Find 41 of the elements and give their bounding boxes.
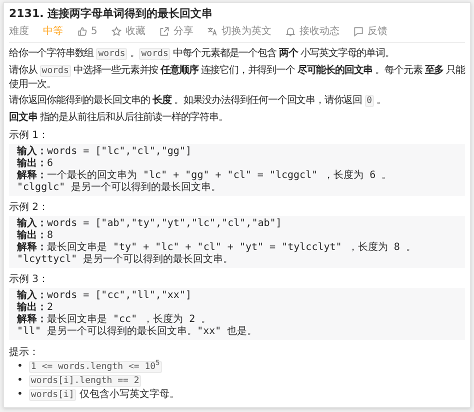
difficulty-tag: 中等 <box>43 24 63 38</box>
difficulty-label: 难度 <box>9 24 29 38</box>
description-paragraph: 请你返回你能得到的最长回文串的 长度 。如果没办法得到任何一个回文串，请你返回 0 。 <box>9 94 387 108</box>
description-paragraph: 回文串 指的是从前往后和从后往前读一样的字符串。 <box>9 111 229 124</box>
example-line: "clgglc" 是另一个可以得到的最长回文串。 <box>17 182 222 194</box>
example-line: 输出：6 <box>17 158 54 170</box>
problem-title: 2131. 连接两字母单词得到的最长回文串 <box>9 6 214 21</box>
example-line: "lcyttycl" 是另一个可以得到的最长回文串。 <box>17 254 234 266</box>
example-line: 解释：一个最长的回文串为 "lc" + "gg" + "cl" = "lcggcl" ，长度为 6 。 <box>17 170 393 182</box>
example-line: 输入：words = ["cc","ll","xx"] <box>17 290 192 302</box>
bullet-mark: • <box>17 388 23 402</box>
example-line: "ll" 是另一个可以得到的最长回文串。"xx" 也是。 <box>17 326 258 338</box>
hint-item: words[i].length == 2 <box>28 374 142 388</box>
hints-heading: 提示： <box>9 346 40 359</box>
example-heading: 示例 2： <box>9 201 50 214</box>
comment-icon <box>353 26 364 36</box>
description-paragraph: 请你从 words 中选择一些元素并按 任意顺序 连接它们，并得到一个 尽可能长的回文串 。每个元素 至多 只能使用一次。 <box>9 64 465 91</box>
translate-icon <box>207 26 218 36</box>
description-paragraph: 给你一个字符串数组 words 。 words 中每个元素都是一个包含 两个 小写英文字母的单词。 <box>9 47 396 61</box>
share-icon <box>159 26 170 36</box>
like-button[interactable]: 5 <box>77 26 98 36</box>
translate-button[interactable]: 切换为英文 <box>207 24 272 38</box>
example-line: 解释：最长回文串是 "cc" ，长度为 2 。 <box>17 314 212 326</box>
star-icon <box>111 26 122 36</box>
example-line: 解释：最长回文串是 "ty" + "lc" + "cl" + "yt" = "tylcclyt" ，长度为 8 。 <box>17 242 417 254</box>
example-line: 输出：2 <box>17 302 54 314</box>
feedback-button[interactable]: 反馈 <box>353 24 388 38</box>
example-heading: 示例 3： <box>9 273 50 286</box>
thumbs-up-icon <box>77 26 88 36</box>
bell-button[interactable]: 接收动态 <box>285 24 340 38</box>
star-button[interactable]: 收藏 <box>111 24 146 38</box>
bell-icon <box>285 26 296 36</box>
share-button[interactable]: 分享 <box>159 24 194 38</box>
example-line: 输入：words = ["lc","cl","gg"] <box>17 146 192 158</box>
hint-item: 1 <= words.length <= 10$^{5}$ <box>28 360 162 374</box>
bullet-mark: • <box>17 374 23 388</box>
bullet-mark: • <box>17 360 23 374</box>
hint-item: words[i] 仅包含小写英文字母。 <box>28 388 180 402</box>
example-line: 输出：8 <box>17 230 54 242</box>
example-heading: 示例 1： <box>9 129 50 142</box>
example-line: 输入：words = ["ab","ty","yt","lc","cl","ab"] <box>17 218 283 230</box>
